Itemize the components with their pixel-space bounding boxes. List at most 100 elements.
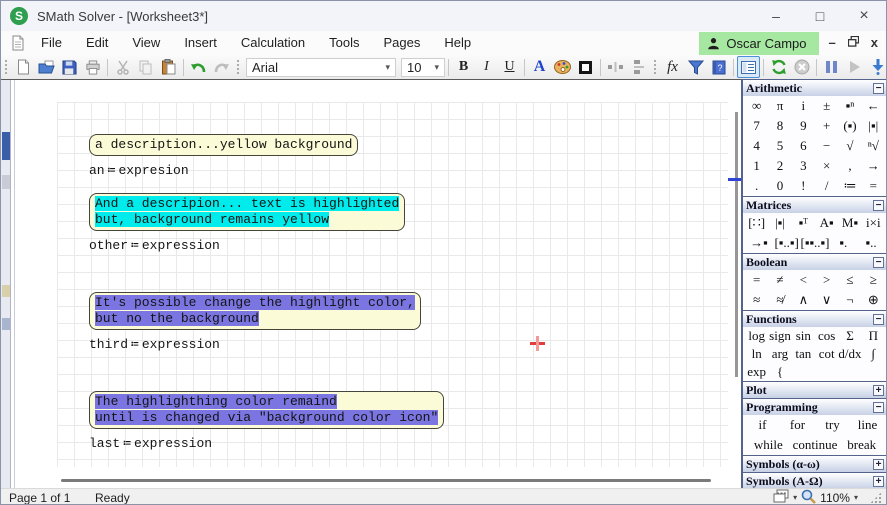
expand-icon[interactable]: +: [873, 459, 884, 470]
palette-button[interactable]: while: [745, 435, 792, 455]
palette-button[interactable]: ×: [815, 156, 838, 176]
menu-insert[interactable]: Insert: [172, 31, 229, 55]
palette-button[interactable]: ∧: [792, 290, 815, 310]
menu-tools[interactable]: Tools: [317, 31, 371, 55]
palette-button[interactable]: d/dx: [838, 345, 861, 363]
palette-button[interactable]: ln: [745, 345, 768, 363]
chevron-down-icon[interactable]: ▾: [854, 493, 858, 502]
mdi-minimize-button[interactable]: –: [829, 33, 836, 53]
toolbar-grip[interactable]: [4, 59, 9, 75]
palette-button[interactable]: 1: [745, 156, 768, 176]
math-expression[interactable]: other≔expression: [89, 238, 220, 253]
undo-button[interactable]: [187, 56, 210, 78]
palette-button[interactable]: ∞: [745, 96, 768, 116]
expand-icon[interactable]: +: [873, 476, 884, 487]
palette-button[interactable]: [▪▪..▪]: [801, 233, 830, 253]
palette-button[interactable]: 0: [768, 176, 791, 196]
collapse-icon[interactable]: −: [873, 314, 884, 325]
panel-header[interactable]: Programming−: [743, 399, 887, 415]
palette-button[interactable]: M▪: [838, 213, 861, 233]
math-expression[interactable]: last≔expression: [89, 436, 212, 451]
palette-button[interactable]: 3: [792, 156, 815, 176]
copy-button[interactable]: [134, 56, 157, 78]
palette-button[interactable]: |▪|: [768, 213, 791, 233]
collapse-icon[interactable]: −: [873, 200, 884, 211]
panel-header[interactable]: Matrices−: [743, 197, 887, 213]
background-color-button[interactable]: [574, 56, 597, 78]
stop-button[interactable]: [790, 56, 813, 78]
math-expression[interactable]: third≔expression: [89, 337, 220, 352]
step-into-button[interactable]: [866, 56, 887, 78]
palette-button[interactable]: !: [792, 176, 815, 196]
print-button[interactable]: [81, 56, 104, 78]
palette-button[interactable]: ←: [862, 96, 885, 116]
menu-file[interactable]: File: [29, 31, 74, 55]
redo-button[interactable]: [210, 56, 233, 78]
horizontal-spacing-button[interactable]: [604, 56, 627, 78]
palette-button[interactable]: ▪..: [857, 233, 885, 253]
minimize-button[interactable]: –: [754, 1, 798, 31]
open-button[interactable]: [35, 56, 58, 78]
palette-button[interactable]: ≤: [838, 270, 861, 290]
palette-button[interactable]: ≔: [838, 176, 861, 196]
bold-button[interactable]: B: [452, 56, 475, 78]
collapse-icon[interactable]: −: [873, 402, 884, 413]
palette-button[interactable]: <: [792, 270, 815, 290]
palette-button[interactable]: [▪..▪]: [773, 233, 801, 253]
horizontal-scrollbar[interactable]: [61, 479, 711, 482]
palette-button[interactable]: sign: [768, 327, 791, 345]
paste-button[interactable]: [157, 56, 180, 78]
palette-button[interactable]: line: [850, 415, 885, 435]
palette-button[interactable]: ,: [838, 156, 861, 176]
recalculate-button[interactable]: [767, 56, 790, 78]
menu-help[interactable]: Help: [432, 31, 483, 55]
palette-button[interactable]: Σ: [838, 327, 861, 345]
mdi-restore-button[interactable]: [848, 33, 859, 53]
note-box[interactable]: It's possible change the highlight color…: [89, 292, 421, 330]
help-book-button[interactable]: ?: [707, 56, 730, 78]
palette-button[interactable]: i×i: [862, 213, 885, 233]
vertical-spacing-button[interactable]: [627, 56, 650, 78]
close-button[interactable]: ×: [842, 1, 886, 31]
math-expression[interactable]: an≔expresion: [89, 163, 189, 178]
palette-button[interactable]: exp: [745, 363, 768, 381]
palette-button[interactable]: =: [745, 270, 768, 290]
palette-button[interactable]: 9: [792, 116, 815, 136]
palette-button[interactable]: [∷]: [745, 213, 768, 233]
mdi-close-button[interactable]: x: [871, 33, 878, 53]
palette-button[interactable]: try: [815, 415, 850, 435]
function-button[interactable]: fx: [661, 56, 684, 78]
palette-button[interactable]: (▪): [838, 116, 861, 136]
resize-grip[interactable]: [870, 492, 882, 504]
palette-button[interactable]: cos: [815, 327, 838, 345]
chevron-down-icon[interactable]: ▾: [793, 493, 797, 502]
panel-header[interactable]: Boolean−: [743, 254, 887, 270]
palette-button[interactable]: ⁿ√: [862, 136, 885, 156]
palette-button[interactable]: ¬: [838, 290, 861, 310]
collapse-icon[interactable]: −: [873, 83, 884, 94]
toolbar-grip[interactable]: [236, 59, 241, 75]
palette-button[interactable]: 7: [745, 116, 768, 136]
palette-button[interactable]: .: [745, 176, 768, 196]
palette-button[interactable]: /: [815, 176, 838, 196]
palette-button[interactable]: continue: [792, 435, 839, 455]
palette-button[interactable]: tan: [792, 345, 815, 363]
palette-button[interactable]: +: [815, 116, 838, 136]
expand-icon[interactable]: +: [873, 385, 884, 396]
palette-button[interactable]: ∫: [862, 345, 885, 363]
cut-button[interactable]: [111, 56, 134, 78]
palette-button[interactable]: ≈: [745, 290, 768, 310]
palette-button[interactable]: 4: [745, 136, 768, 156]
palette-button[interactable]: arg: [768, 345, 791, 363]
panel-header[interactable]: Functions−: [743, 311, 887, 327]
panel-header[interactable]: Plot+: [743, 382, 887, 398]
zoom-level[interactable]: 110%: [820, 491, 850, 505]
palette-button[interactable]: {: [768, 363, 791, 381]
left-dock-strip[interactable]: [1, 80, 11, 489]
palette-button[interactable]: ≉: [768, 290, 791, 310]
save-button[interactable]: [58, 56, 81, 78]
menu-calculation[interactable]: Calculation: [229, 31, 317, 55]
palette-button[interactable]: 6: [792, 136, 815, 156]
palette-button[interactable]: =: [862, 176, 885, 196]
palette-button[interactable]: i: [792, 96, 815, 116]
